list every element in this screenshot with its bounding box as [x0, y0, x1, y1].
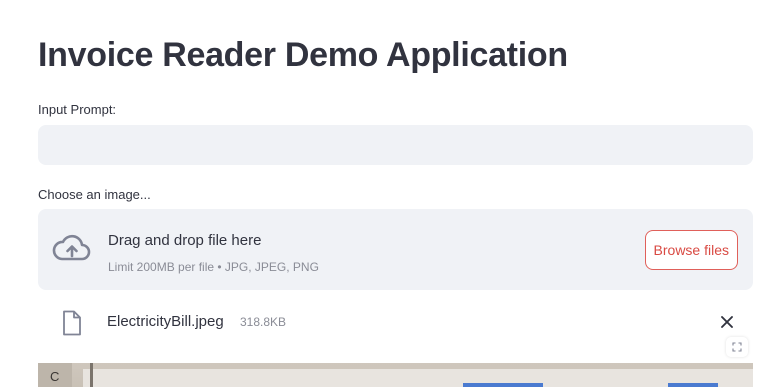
app-page: Invoice Reader Demo Application Input Pr… — [0, 0, 768, 387]
uploaded-file-name: ElectricityBill.jpeg — [107, 313, 224, 330]
page-title: Invoice Reader Demo Application — [38, 36, 568, 74]
preview-blue-mark — [463, 383, 543, 387]
file-dropzone[interactable]: Drag and drop file here Limit 200MB per … — [38, 209, 753, 290]
choose-image-label: Choose an image... — [38, 187, 151, 202]
preview-visible-letter: C — [50, 369, 60, 384]
dropzone-limit-text: Limit 200MB per file • JPG, JPEG, PNG — [108, 260, 319, 274]
preview-paper — [83, 369, 753, 387]
close-icon[interactable] — [718, 313, 736, 331]
expand-icon — [732, 342, 742, 352]
cloud-upload-icon — [52, 234, 91, 261]
uploaded-file-size: 318.8KB — [240, 315, 287, 329]
input-prompt-field[interactable] — [38, 125, 753, 165]
file-icon — [63, 310, 81, 336]
uploaded-image-preview: C — [38, 363, 753, 387]
input-prompt-label: Input Prompt: — [38, 102, 117, 117]
uploaded-file-row: ElectricityBill.jpeg 318.8KB — [38, 302, 753, 342]
browse-files-button[interactable]: Browse files — [644, 230, 738, 270]
dropzone-title: Drag and drop file here — [108, 232, 262, 249]
fullscreen-button[interactable] — [726, 337, 748, 357]
preview-blue-mark — [668, 383, 718, 387]
preview-edge — [90, 363, 93, 387]
